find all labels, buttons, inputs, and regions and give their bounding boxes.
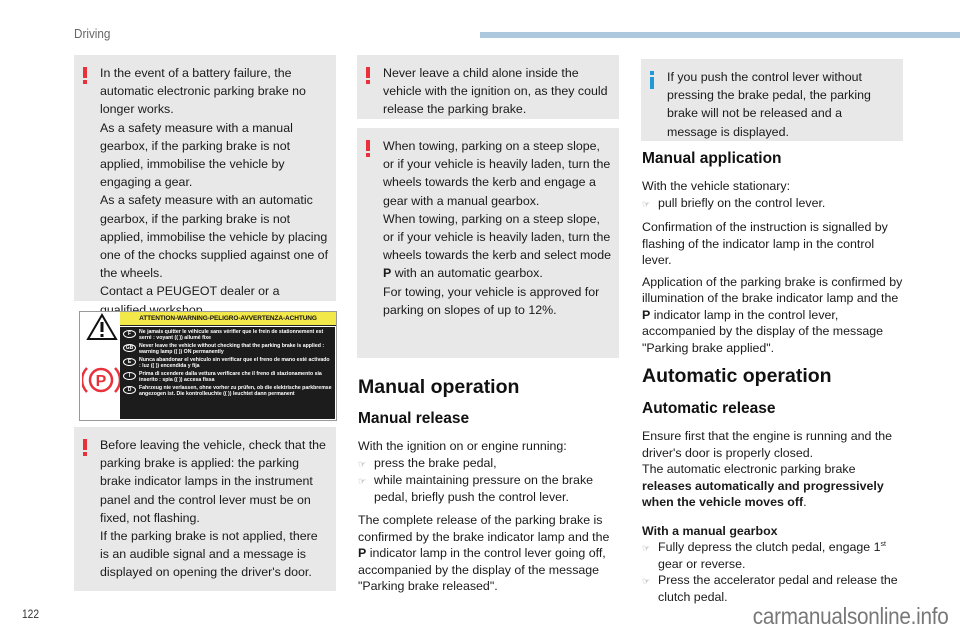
label-row: F Ne jamais quitter le véhicule sans vér… xyxy=(123,329,332,341)
pointing-hand-icon: ☞ xyxy=(642,576,651,586)
warning-text: For towing, your vehicle is approved for… xyxy=(383,284,600,317)
warning-text: If the parking brake is not applied, the… xyxy=(100,529,318,580)
label-row: D Fahrzeug nie verlassen, ohne vorher zu… xyxy=(123,385,332,397)
warning-text: When towing, parking on a steep slope, o… xyxy=(383,211,611,281)
warning-text: Before leaving the vehicle, check that t… xyxy=(100,438,326,525)
language-badge: D xyxy=(123,386,136,394)
page-number: 122 xyxy=(22,607,40,621)
label-row: I Prima di scendere dalla vettura verifi… xyxy=(123,371,332,383)
watermark: carmanualsonline.info xyxy=(752,603,948,629)
intro-text: With the vehicle stationary: xyxy=(642,179,791,193)
pointing-hand-icon: ☞ xyxy=(642,198,651,209)
info-text: If you push the control lever without pr… xyxy=(667,70,871,139)
heading-manual-operation: Manual operation xyxy=(358,376,520,398)
manual-application-text: With the vehicle stationary: ☞ pull brief… xyxy=(642,178,904,361)
language-badge: F xyxy=(123,330,136,338)
warning-triangle-icon xyxy=(86,313,118,340)
label-row-text: Never leave the vehicle without checking… xyxy=(139,343,325,355)
manual-release-text: With the ignition on or engine running: … xyxy=(358,438,620,600)
pointing-hand-icon: ☞ xyxy=(358,476,367,486)
section-title: Driving xyxy=(74,26,111,41)
label-row-text: Nunca abandonar el vehículo sin verifica… xyxy=(139,357,330,369)
label-p-symbol: P xyxy=(96,373,107,390)
ensure-text: Ensure first that the engine is running … xyxy=(642,429,893,460)
warning-box-child: Never leave a child alone inside the veh… xyxy=(357,55,619,119)
label-body: F Ne jamais quitter le véhicule sans vér… xyxy=(120,327,335,419)
header-bar xyxy=(480,32,960,38)
warning-text: In the event of a battery failure, the a… xyxy=(100,66,306,117)
label-heading: ATTENTION-WARNING-PELIGRO-AVVERTENZA-ACH… xyxy=(120,312,336,326)
label-row-text: Fahrzeug nie verlassen, ohne vorher zu p… xyxy=(139,385,332,397)
parking-brake-warning-label: ATTENTION-WARNING-PELIGRO-AVVERTENZA-ACH… xyxy=(79,311,337,421)
warning-text: As a safety measure with a manual gearbo… xyxy=(100,120,293,190)
label-row-text: Ne jamais quitter le véhicule sans vérif… xyxy=(139,329,324,341)
manual-gearbox-heading: With a manual gearbox xyxy=(642,523,778,538)
language-badge: I xyxy=(123,372,136,380)
label-row-text: Prima di scendere dalla vettura verifica… xyxy=(139,371,322,383)
release-confirmation-text: The complete release of the parking brak… xyxy=(358,513,610,593)
info-box-control-lever: If you push the control lever without pr… xyxy=(641,59,903,141)
bullet-item: ☞ pull briefly on the control lever. xyxy=(642,195,904,213)
warning-box-before-leaving: Before leaving the vehicle, check that t… xyxy=(74,427,336,591)
warning-text: Never leave a child alone inside the veh… xyxy=(383,66,608,117)
heading-manual-application: Manual application xyxy=(642,150,782,167)
warning-box-towing: When towing, parking on a steep slope, o… xyxy=(357,128,619,358)
bullet-item: ☞ press the brake pedal, xyxy=(358,455,620,473)
warning-text: As a safety measure with an automatic ge… xyxy=(100,193,329,281)
intro-text: With the ignition on or engine running: xyxy=(358,439,567,453)
label-row: GB Never leave the vehicle without check… xyxy=(123,343,332,355)
bullet-item: ☞ Fully depress the clutch pedal, engage … xyxy=(642,540,886,571)
parking-brake-p-icon: P xyxy=(82,367,120,393)
auto-release-text: The automatic electronic parking brake r… xyxy=(642,462,884,509)
confirmation-text: Confirmation of the instruction is signa… xyxy=(642,220,888,267)
language-badge: GB xyxy=(123,344,136,352)
automatic-release-text: Ensure first that the engine is running … xyxy=(642,428,904,605)
bullet-item: ☞ Press the accelerator pedal and release… xyxy=(642,573,898,604)
warning-text: When towing, parking on a steep slope, o… xyxy=(383,139,611,208)
pointing-hand-icon: ☞ xyxy=(642,543,651,553)
heading-automatic-operation: Automatic operation xyxy=(642,365,832,387)
bullet-item: ☞ while maintaining pressure on the brake… xyxy=(358,473,594,504)
pointing-hand-icon: ☞ xyxy=(358,458,367,469)
application-text: Application of the parking brake is conf… xyxy=(642,274,903,355)
label-row: E Nunca abandonar el vehículo sin verifi… xyxy=(123,357,332,369)
heading-manual-release: Manual release xyxy=(358,410,470,427)
language-badge: E xyxy=(123,358,136,366)
heading-automatic-release: Automatic release xyxy=(642,400,776,417)
warning-box-battery: In the event of a battery failure, the a… xyxy=(74,55,336,317)
